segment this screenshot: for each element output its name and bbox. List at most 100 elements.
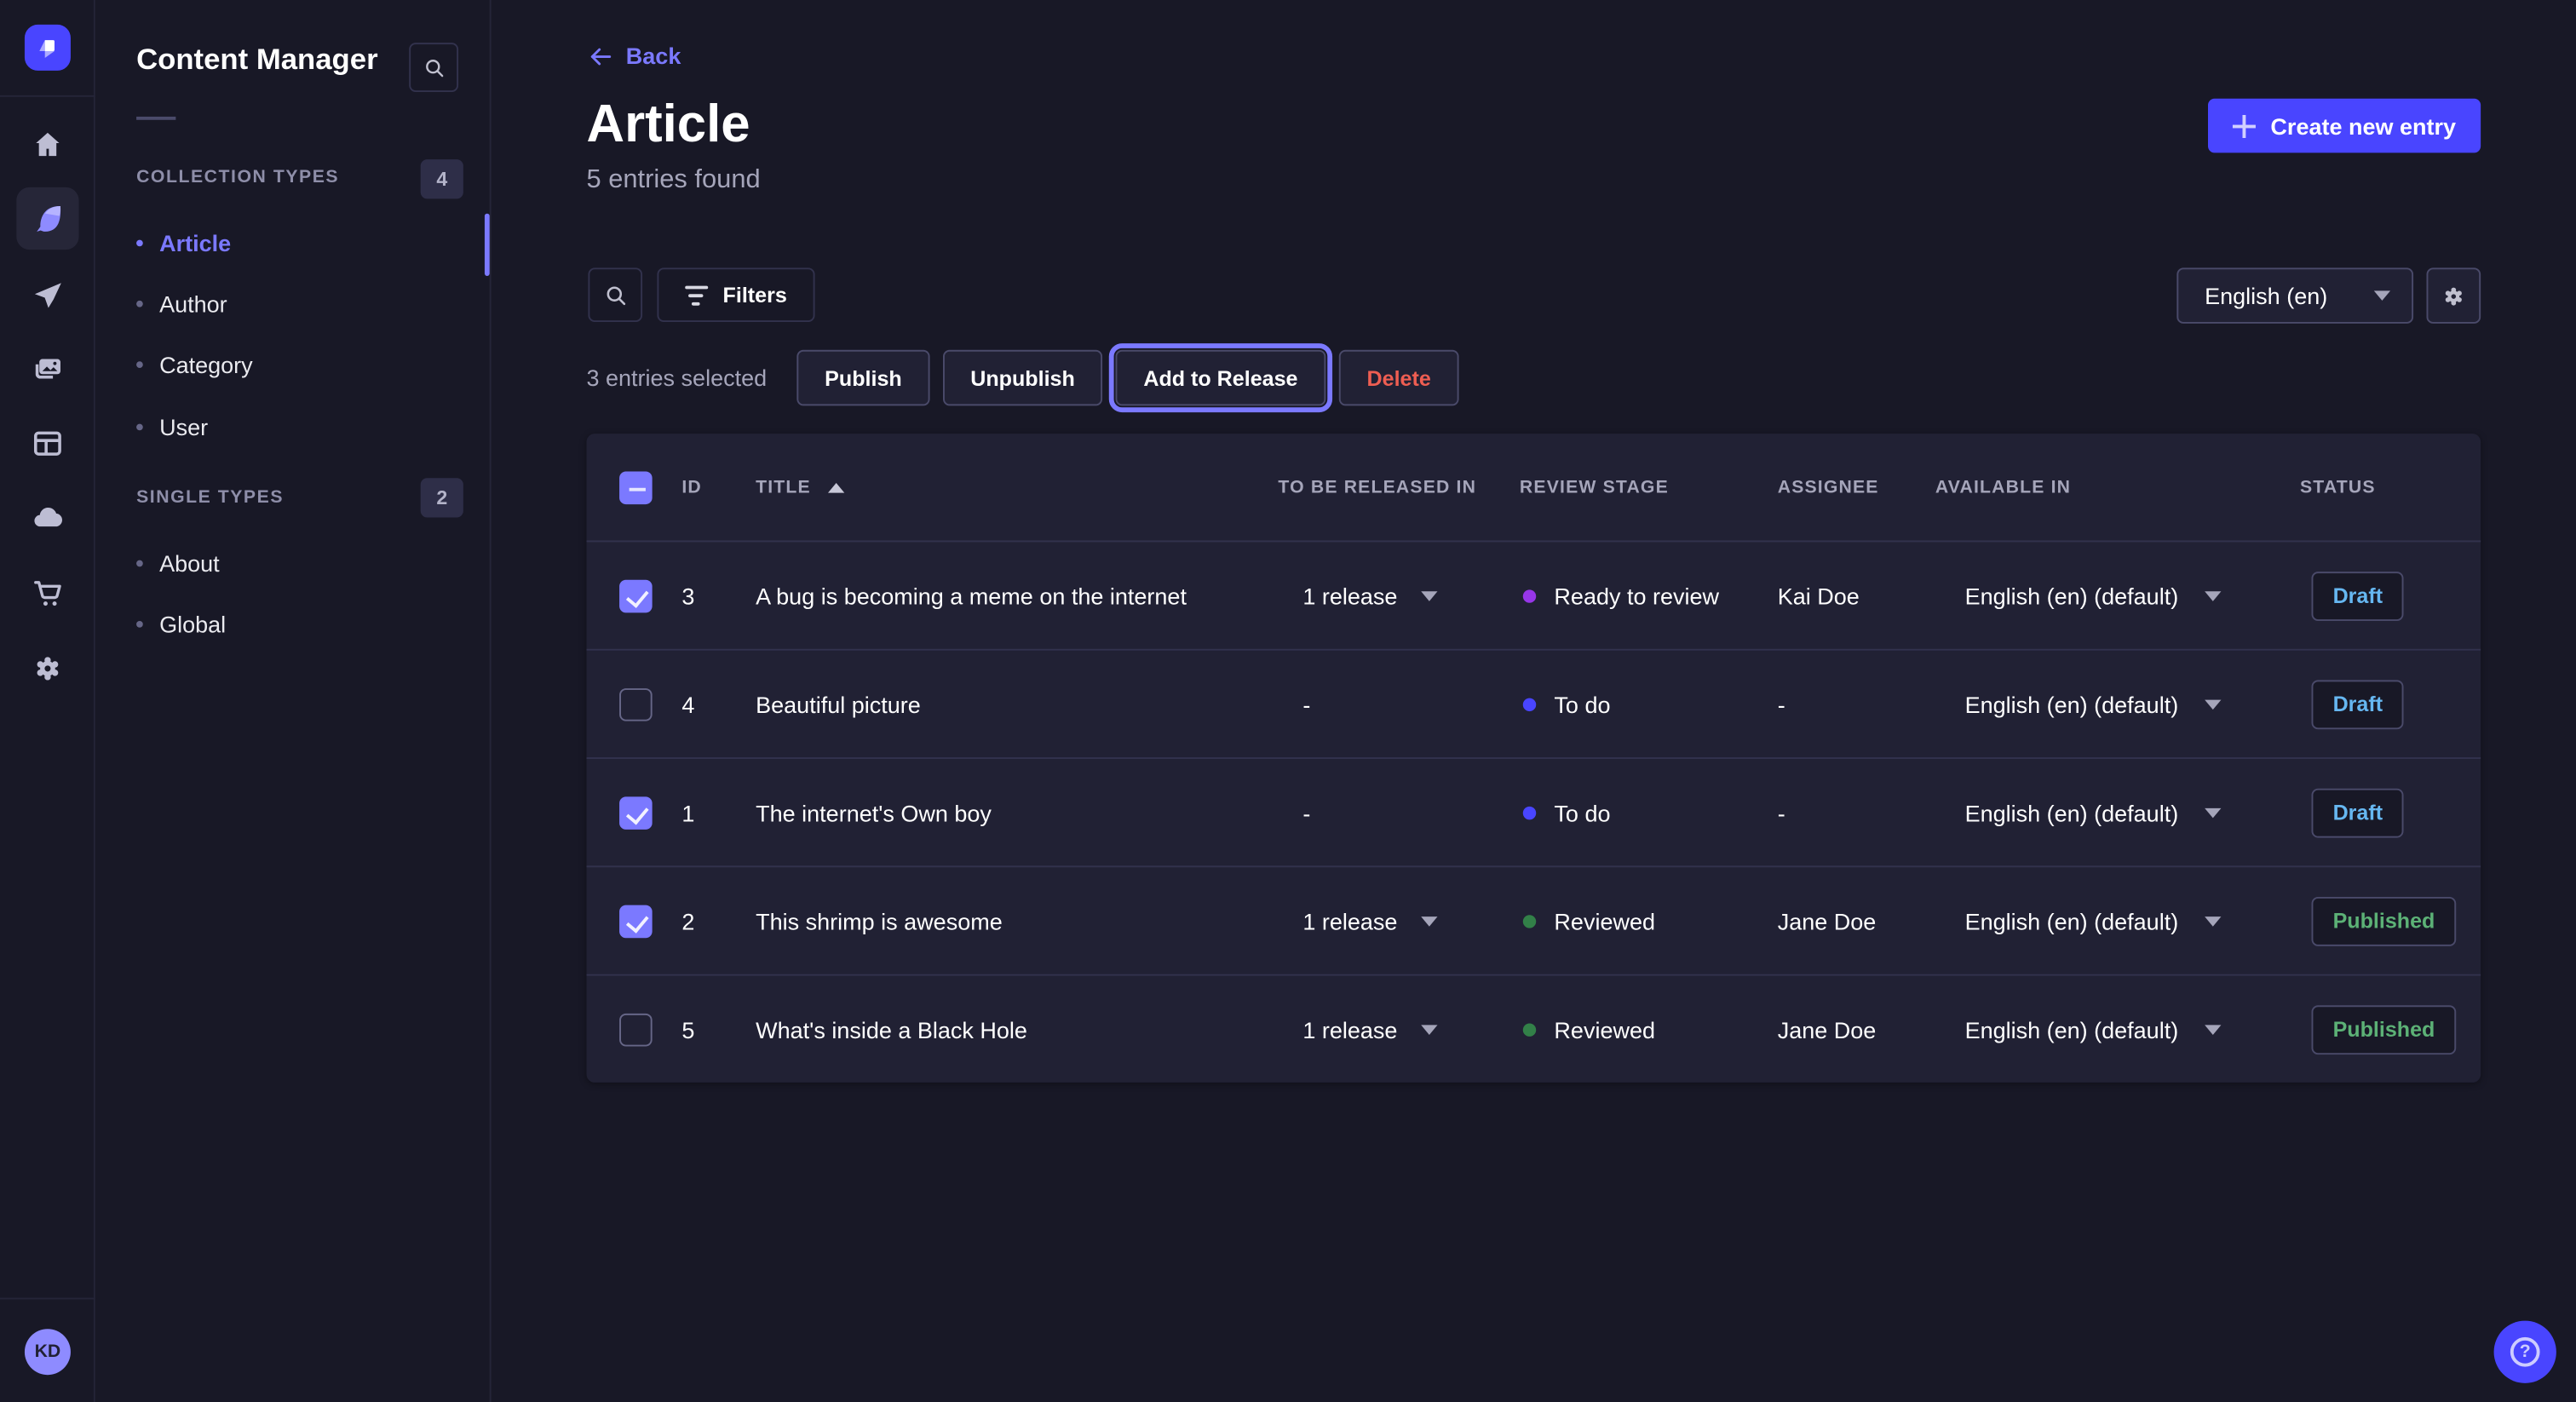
cell-review-stage: Reviewed [1520,908,1778,934]
section-label-single-types: SINGLE TYPES [136,488,284,508]
marketplace-icon[interactable] [0,562,95,624]
unpublish-button[interactable]: Unpublish [943,350,1102,406]
content-manager-icon[interactable] [16,187,78,250]
strapi-logo[interactable] [25,25,71,71]
cell-available-in[interactable]: English (en) (default) [1935,583,2300,609]
cell-title: The internet's Own boy [756,799,1278,825]
settings-icon[interactable] [0,637,95,699]
stage-dot-icon [1523,1023,1536,1036]
back-link[interactable]: Back [588,43,681,69]
user-avatar[interactable]: KD [25,1329,71,1375]
add-to-release-button[interactable]: Add to Release [1115,350,1325,406]
column-header-assignee[interactable]: ASSIGNEE [1778,477,1935,497]
cell-available-in[interactable]: English (en) (default) [1935,799,2300,825]
stage-label: Reviewed [1554,908,1655,934]
chevron-down-icon[interactable] [2205,590,2221,600]
bullet-icon [136,621,143,628]
locale-select[interactable]: English (en) [2176,267,2413,324]
filter-icon [685,285,708,305]
row-checkbox[interactable] [619,687,653,721]
view-settings-button[interactable] [2426,267,2481,324]
bullet-icon [136,301,143,307]
main-content: Back Article 5 entries found Create new … [492,0,2576,1402]
release-count: - [1302,799,1310,825]
stage-label: Reviewed [1554,1016,1655,1043]
subnav-search-button[interactable] [409,43,458,92]
status-badge: Draft [2311,571,2404,620]
cell-release[interactable]: 1 release [1278,908,1519,934]
sidebar-item-user[interactable]: User [136,398,458,457]
delete-button[interactable]: Delete [1339,350,1459,406]
chevron-down-icon [2374,290,2390,301]
chevron-down-icon[interactable] [1420,590,1436,600]
column-header-available-in[interactable]: AVAILABLE IN [1935,477,2300,497]
cell-release[interactable]: 1 release [1278,583,1519,609]
cell-review-stage: To do [1520,691,1778,717]
stage-label: To do [1554,799,1610,825]
row-checkbox[interactable] [619,579,653,612]
select-all-checkbox[interactable] [619,471,653,504]
chevron-down-icon[interactable] [2205,807,2221,818]
cell-review-stage: Ready to review [1520,583,1778,609]
column-header-id[interactable]: ID [681,477,756,497]
release-count: - [1302,691,1310,717]
row-checkbox[interactable] [619,796,653,829]
cell-available-in[interactable]: English (en) (default) [1935,908,2300,934]
create-new-entry-button[interactable]: Create new entry [2208,99,2481,153]
chevron-down-icon[interactable] [2205,1024,2221,1034]
filters-button[interactable]: Filters [657,267,814,322]
table-row[interactable]: 4 Beautiful picture - To do - English (e… [586,649,2481,757]
releases-icon[interactable] [0,264,95,326]
sidebar-item-article[interactable]: Article [136,214,458,273]
collection-types-count-badge: 4 [421,159,463,198]
sidebar-item-about[interactable]: About [136,534,458,593]
row-checkbox[interactable] [619,905,653,938]
column-header-to-be-released-in[interactable]: TO BE RELEASED IN [1278,477,1519,497]
publish-button[interactable]: Publish [796,350,929,406]
entries-count: 5 entries found [586,166,760,196]
status-badge: Published [2311,1004,2456,1054]
divider [0,1298,95,1300]
home-icon[interactable] [0,113,95,175]
chevron-down-icon[interactable] [1420,1024,1436,1034]
help-button[interactable]: ? [2494,1321,2556,1383]
plus-icon [2233,114,2256,137]
release-count: 1 release [1302,908,1397,934]
active-item-indicator [485,214,490,276]
cell-assignee: Jane Doe [1778,908,1935,934]
cell-release[interactable]: 1 release [1278,1016,1519,1043]
table-row[interactable]: 3 A bug is becoming a meme on the intern… [586,540,2481,648]
table-row[interactable]: 5 What's inside a Black Hole 1 release R… [586,974,2481,1083]
divider [0,95,95,97]
row-checkbox[interactable] [619,1013,653,1046]
cell-review-stage: To do [1520,799,1778,825]
sidebar-item-author[interactable]: Author [136,274,458,333]
media-library-icon[interactable] [0,338,95,400]
cloud-icon[interactable] [0,486,95,549]
arrow-left-icon [588,43,612,68]
cell-assignee: Jane Doe [1778,1016,1935,1043]
sidebar-item-label: User [159,414,208,440]
table-row[interactable]: 1 The internet's Own boy - To do - Engli… [586,757,2481,865]
chevron-down-icon[interactable] [2205,699,2221,710]
chevron-down-icon[interactable] [2205,916,2221,926]
table-row[interactable]: 2 This shrimp is awesome 1 release Revie… [586,865,2481,974]
sidebar-item-global[interactable]: Global [136,595,458,653]
status-badge: Published [2311,896,2456,945]
bullet-icon [136,560,143,567]
cell-available-in[interactable]: English (en) (default) [1935,1016,2300,1043]
sidebar-item-label: Category [159,352,253,378]
column-header-review-stage[interactable]: REVIEW STAGE [1520,477,1778,497]
column-header-status[interactable]: STATUS [2300,477,2481,497]
search-icon [602,282,629,308]
table-search-button[interactable] [588,267,642,322]
sort-ascending-icon [827,482,843,492]
chevron-down-icon[interactable] [1420,916,1436,926]
content-type-builder-icon[interactable] [0,412,95,474]
sidebar-item-category[interactable]: Category [136,335,458,394]
cell-available-in[interactable]: English (en) (default) [1935,691,2300,717]
release-count: 1 release [1302,1016,1397,1043]
column-header-title[interactable]: TITLE [756,477,1278,497]
cell-id: 2 [681,908,756,934]
cell-assignee: Kai Doe [1778,583,1935,609]
